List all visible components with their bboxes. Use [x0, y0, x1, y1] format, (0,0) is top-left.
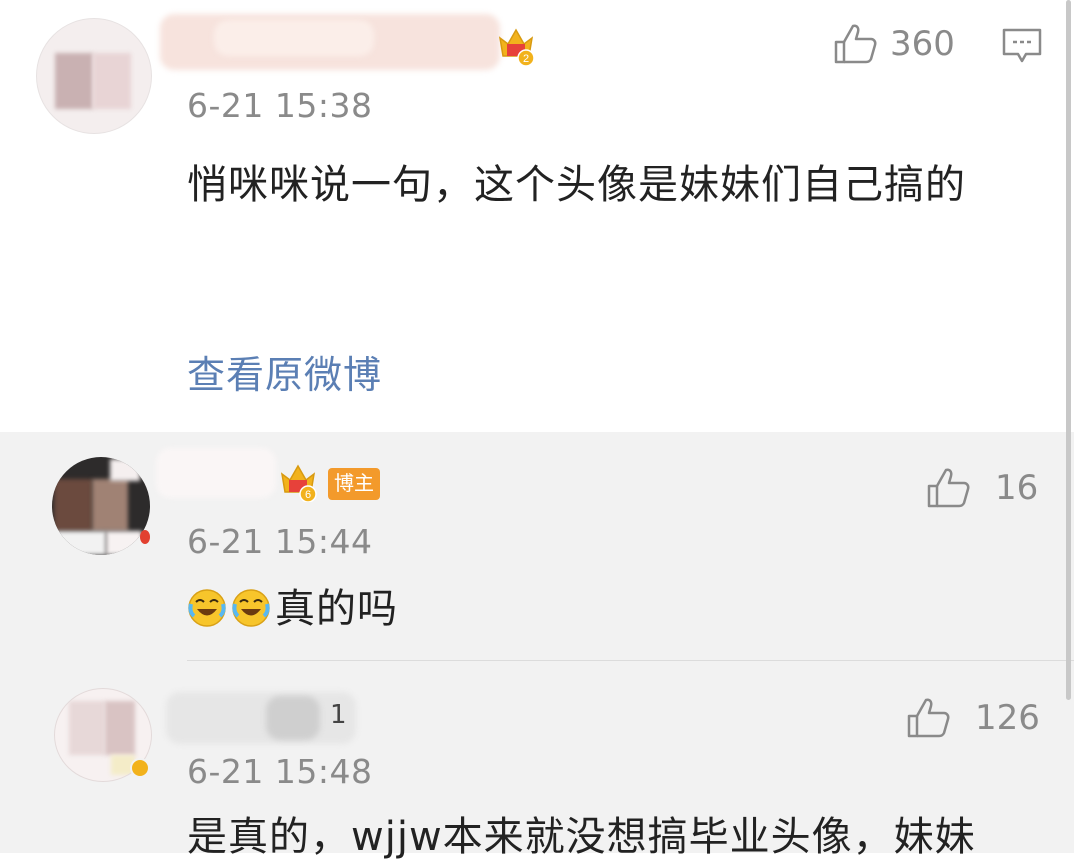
reply-time: 6-21 15:48	[187, 752, 373, 791]
like-button[interactable]: 126	[905, 696, 1040, 740]
thumbs-up-icon	[834, 24, 877, 64]
like-button[interactable]: 16	[925, 466, 1038, 510]
reply-time: 6-21 15:44	[187, 522, 373, 561]
username-obscured[interactable]	[166, 692, 356, 744]
username-obscured[interactable]	[156, 448, 276, 498]
scrollbar[interactable]	[1066, 0, 1071, 700]
reply-content: 真的吗	[187, 578, 398, 640]
comment-time: 6-21 15:38	[187, 86, 373, 125]
laughing-crying-emoji-icon	[188, 589, 226, 627]
crown-level: 2	[523, 53, 529, 65]
username-obscured-part	[266, 696, 320, 740]
like-count: 360	[890, 24, 955, 64]
crown-badge-icon: 2	[498, 28, 535, 66]
username-obscured-part	[214, 20, 374, 56]
divider	[187, 660, 1074, 661]
comment-content: 悄咪咪说一句，这个头像是妹妹们自己搞的	[187, 162, 966, 208]
crown-badge-icon: 6	[280, 464, 317, 502]
thumbs-up-icon	[907, 698, 950, 738]
like-count: 126	[975, 698, 1040, 738]
reply-content: 是真的，wjjw本来就没想搞毕业头像，妹妹	[187, 814, 976, 860]
blogger-badge: 博主	[328, 468, 380, 500]
laughing-crying-emoji-icon	[232, 589, 270, 627]
avatar[interactable]	[36, 18, 152, 134]
reply-text: 真的吗	[275, 586, 398, 632]
view-original-link[interactable]: 查看原微博	[187, 344, 382, 399]
like-button[interactable]: 360	[832, 22, 955, 66]
avatar[interactable]	[52, 457, 150, 555]
like-count: 16	[995, 468, 1039, 508]
username-fragment: 1	[330, 700, 347, 730]
comment-icon[interactable]	[1000, 26, 1044, 66]
main-comment: 2 6-21 15:38 360 悄咪咪说一句，这个头像是妹妹们自己搞的 查看原…	[0, 0, 1074, 432]
avatar-badge	[130, 758, 150, 778]
thumbs-up-icon	[927, 468, 970, 508]
crown-level: 6	[305, 489, 311, 501]
avatar-badge	[140, 530, 150, 544]
